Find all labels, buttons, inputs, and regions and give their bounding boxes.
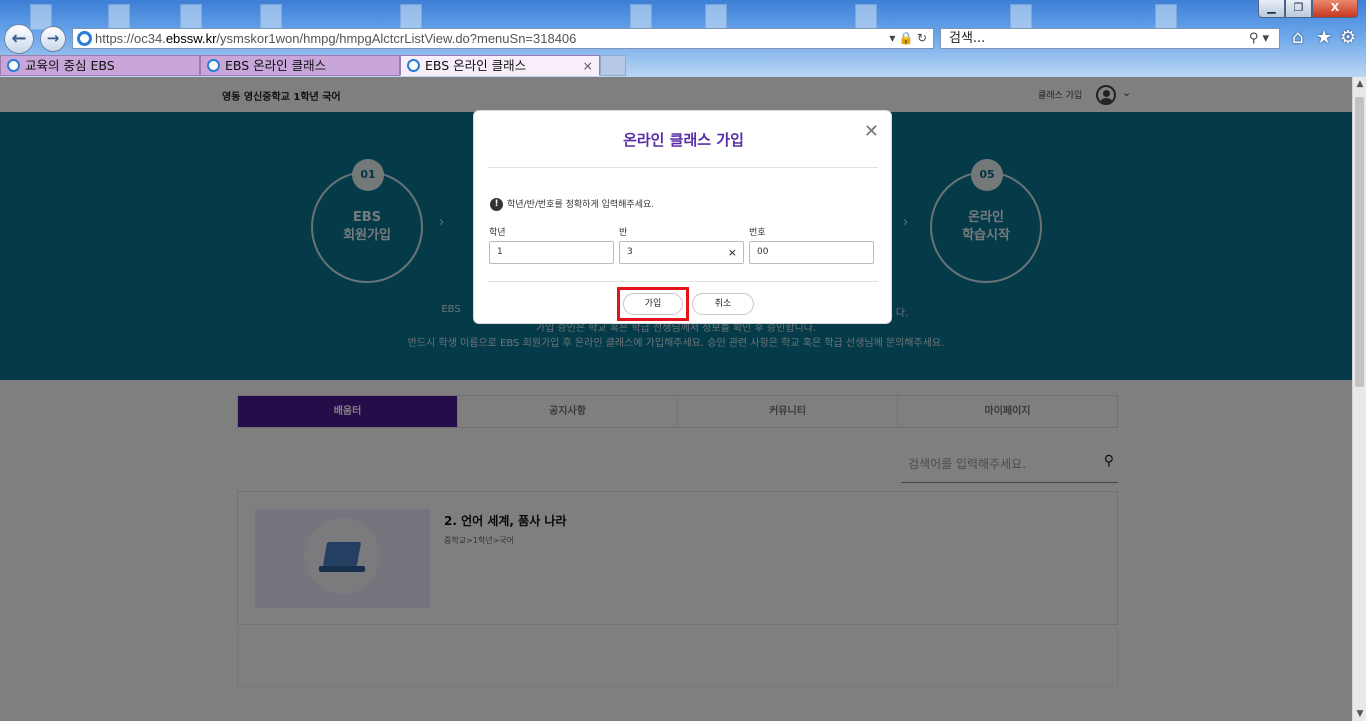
- close-icon[interactable]: ✕: [864, 123, 879, 141]
- class-label: 반: [619, 228, 628, 238]
- forward-button[interactable]: →: [40, 26, 66, 52]
- notice-message: ! 학년/반/번호를 정확하게 입력해주세요.: [490, 197, 654, 211]
- home-icon[interactable]: ⌂: [1292, 27, 1303, 48]
- desktop-icon: [108, 4, 130, 30]
- class-select[interactable]: 3 ×: [619, 241, 744, 264]
- divider: [488, 281, 878, 282]
- desktop-icon: [400, 4, 422, 30]
- page-content: 영동 영신중학교 1학년 국어 클래스 가입 ⌄ 01 EBS 회원가입 › ›…: [0, 77, 1352, 721]
- cancel-button[interactable]: 취소: [692, 293, 754, 315]
- url-prefix: https://oc34.: [95, 31, 166, 46]
- browser-search-input[interactable]: 검색... ⚲ ▾: [940, 28, 1280, 49]
- ie-page-icon: [77, 31, 92, 46]
- clear-icon[interactable]: ×: [728, 242, 737, 263]
- tab-label: EBS 온라인 클래스: [225, 58, 327, 73]
- desktop-icon: [1155, 4, 1177, 30]
- tools-gear-icon[interactable]: ⚙: [1340, 27, 1356, 48]
- back-button[interactable]: ←: [4, 24, 34, 54]
- grade-label: 학년: [489, 228, 506, 238]
- minimize-button[interactable]: ▁: [1258, 0, 1285, 18]
- ebs-favicon-icon: [7, 59, 20, 72]
- tab-label: 교육의 중심 EBS: [25, 58, 115, 73]
- join-button[interactable]: 가입: [623, 293, 683, 315]
- url-domain: ebssw.kr: [165, 31, 217, 46]
- scrollbar-thumb[interactable]: [1355, 97, 1364, 387]
- number-label: 번호: [749, 228, 766, 238]
- exclamation-icon: !: [490, 198, 503, 211]
- favorites-icon[interactable]: ★: [1316, 27, 1332, 48]
- tab-online-class[interactable]: EBS 온라인 클래스: [200, 55, 400, 76]
- join-class-dialog: 온라인 클래스 가입 ✕ ! 학년/반/번호를 정확하게 입력해주세요. 학년 반…: [473, 110, 892, 324]
- address-controls-icon[interactable]: ▾ 🔒 ↻: [889, 29, 927, 48]
- class-value: 3: [627, 247, 633, 257]
- dialog-title: 온라인 클래스 가입: [623, 131, 744, 149]
- url-path: /ysmskor1won/hmpg/hmpgAlctcrListView.do?…: [216, 31, 577, 46]
- desktop-icon: [705, 4, 727, 30]
- browser-chrome: ▁ ❐ X ← → https://oc34.ebssw.kr/ysmskor1…: [0, 0, 1366, 77]
- close-window-button[interactable]: X: [1312, 0, 1358, 18]
- new-tab-button[interactable]: [600, 55, 626, 76]
- tab-strip: 교육의 중심 EBS EBS 온라인 클래스 EBS 온라인 클래스 ×: [0, 55, 626, 77]
- notice-text: 학년/반/번호를 정확하게 입력해주세요.: [507, 200, 655, 210]
- address-bar[interactable]: https://oc34.ebssw.kr/ysmskor1won/hmpg/h…: [72, 28, 934, 49]
- desktop-icon: [180, 4, 202, 30]
- scroll-up-icon[interactable]: ▲: [1353, 79, 1366, 89]
- page-scrollbar[interactable]: ▲ ▼: [1352, 77, 1366, 721]
- number-value: 00: [757, 247, 769, 257]
- grade-value: 1: [497, 247, 503, 257]
- browser-search-placeholder: 검색...: [949, 31, 986, 46]
- close-tab-icon[interactable]: ×: [583, 56, 593, 75]
- search-icon[interactable]: ⚲ ▾: [1249, 29, 1269, 48]
- restore-button[interactable]: ❐: [1285, 0, 1312, 18]
- tab-ebs-home[interactable]: 교육의 중심 EBS: [0, 55, 200, 76]
- desktop-icon: [630, 4, 652, 30]
- grade-input[interactable]: 1: [489, 241, 614, 264]
- desktop-icon: [855, 4, 877, 30]
- tab-online-class-active[interactable]: EBS 온라인 클래스 ×: [400, 55, 600, 76]
- desktop-icon: [1010, 4, 1032, 30]
- divider: [488, 167, 878, 168]
- window-controls: ▁ ❐ X: [1258, 0, 1358, 18]
- tab-label: EBS 온라인 클래스: [425, 58, 527, 73]
- ie-favicon-icon: [207, 59, 220, 72]
- desktop-icon: [260, 4, 282, 30]
- number-input[interactable]: 00: [749, 241, 874, 264]
- ie-favicon-icon: [407, 59, 420, 72]
- scroll-down-icon[interactable]: ▼: [1353, 709, 1366, 719]
